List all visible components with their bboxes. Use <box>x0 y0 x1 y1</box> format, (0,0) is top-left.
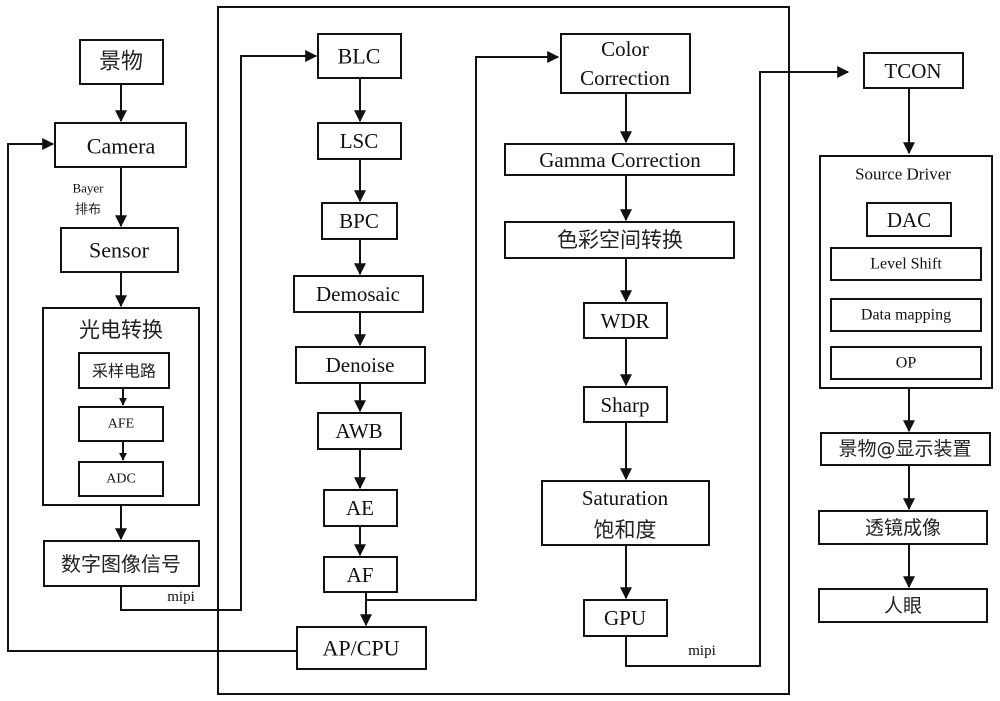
photoelectric-group: 光电转换 采样电路 AFE ADC <box>42 307 200 506</box>
gamma-correction-label: Gamma Correction <box>539 148 701 172</box>
bayer-arrangement-label: 排布 <box>75 203 101 218</box>
blc-label: BLC <box>338 44 381 69</box>
isp-column-1: BLC LSC BPC Demosaic Denoise AWB AE AF A… <box>293 33 427 670</box>
data-mapping-label: Data mapping <box>861 307 951 324</box>
lens-label: 透镜成像 <box>865 517 941 539</box>
scene-node: 景物 <box>79 39 164 85</box>
wdr-node: WDR <box>583 302 668 339</box>
sensor-node: Sensor <box>60 227 179 273</box>
mipi-label-capture: mipi <box>167 589 195 605</box>
lsc-node: LSC <box>317 122 402 160</box>
digital-signal-label: 数字图像信号 <box>61 552 181 576</box>
ae-label: AE <box>346 496 374 520</box>
gpu-label: GPU <box>604 606 646 630</box>
scene-display-node: 景物@显示装置 <box>820 432 991 466</box>
color-correction-label-1: Color <box>601 37 649 61</box>
demosaic-node: Demosaic <box>293 275 424 313</box>
camera-label: Camera <box>87 134 156 159</box>
wdr-label: WDR <box>601 309 650 333</box>
level-shift-label: Level Shift <box>870 256 942 273</box>
dac-label: DAC <box>887 208 931 232</box>
gamma-correction-node: Gamma Correction <box>504 143 735 176</box>
color-correction-label-2: Correction <box>580 66 670 90</box>
scene-display-label: 景物@显示装置 <box>838 438 971 460</box>
color-space-label: 色彩空间转换 <box>557 228 683 252</box>
scene-label: 景物 <box>99 50 143 75</box>
bayer-label: Bayer <box>72 181 104 196</box>
isp-column-2: Color Correction Gamma Correction 色彩空间转换… <box>504 33 735 659</box>
source-driver-title: Source Driver <box>855 165 951 184</box>
denoise-node: Denoise <box>295 346 426 384</box>
color-space-node: 色彩空间转换 <box>504 221 735 259</box>
adc-label: ADC <box>106 472 136 487</box>
saturation-node: Saturation 饱和度 <box>541 480 710 546</box>
awb-node: AWB <box>317 412 402 450</box>
af-label: AF <box>347 563 374 587</box>
source-driver-group: Source Driver DAC Level Shift Data mappi… <box>819 155 993 389</box>
blc-node: BLC <box>317 33 402 79</box>
op-label: OP <box>896 355 917 372</box>
sharp-label: Sharp <box>601 393 650 417</box>
denoise-label: Denoise <box>326 353 395 377</box>
lens-node: 透镜成像 <box>818 510 988 545</box>
mipi-label-gpu: mipi <box>688 643 716 659</box>
saturation-label: Saturation <box>582 486 669 510</box>
sensor-label: Sensor <box>89 238 150 263</box>
tcon-node: TCON <box>863 52 964 89</box>
camera-node: Camera <box>54 122 187 168</box>
digital-signal-node: 数字图像信号 <box>43 540 200 587</box>
ap-cpu-label: AP/CPU <box>322 636 399 661</box>
afe-label: AFE <box>108 417 134 432</box>
eye-label: 人眼 <box>884 595 922 617</box>
tcon-label: TCON <box>884 59 941 83</box>
saturation-cn-label: 饱和度 <box>594 518 657 542</box>
bpc-label: BPC <box>339 209 379 233</box>
ae-node: AE <box>323 489 398 527</box>
demosaic-label: Demosaic <box>316 282 400 306</box>
awb-label: AWB <box>335 419 382 443</box>
bpc-node: BPC <box>321 202 398 240</box>
ap-cpu-node: AP/CPU <box>296 626 427 670</box>
photoelectric-title: 光电转换 <box>79 318 163 342</box>
display-column: TCON Source Driver DAC Level Shift Data … <box>818 52 993 623</box>
sharp-node: Sharp <box>583 386 668 423</box>
capture-column: 景物 Camera Bayer 排布 Sensor 光电转换 采样电路 AFE … <box>42 39 200 605</box>
image-pipeline-diagram: 景物 Camera Bayer 排布 Sensor 光电转换 采样电路 AFE … <box>7 6 993 695</box>
eye-node: 人眼 <box>818 588 988 623</box>
lsc-label: LSC <box>340 129 379 153</box>
gpu-node: GPU <box>583 599 668 637</box>
af-node: AF <box>323 556 398 593</box>
sampling-circuit-label: 采样电路 <box>92 362 156 381</box>
color-correction-node: Color Correction <box>560 33 691 94</box>
